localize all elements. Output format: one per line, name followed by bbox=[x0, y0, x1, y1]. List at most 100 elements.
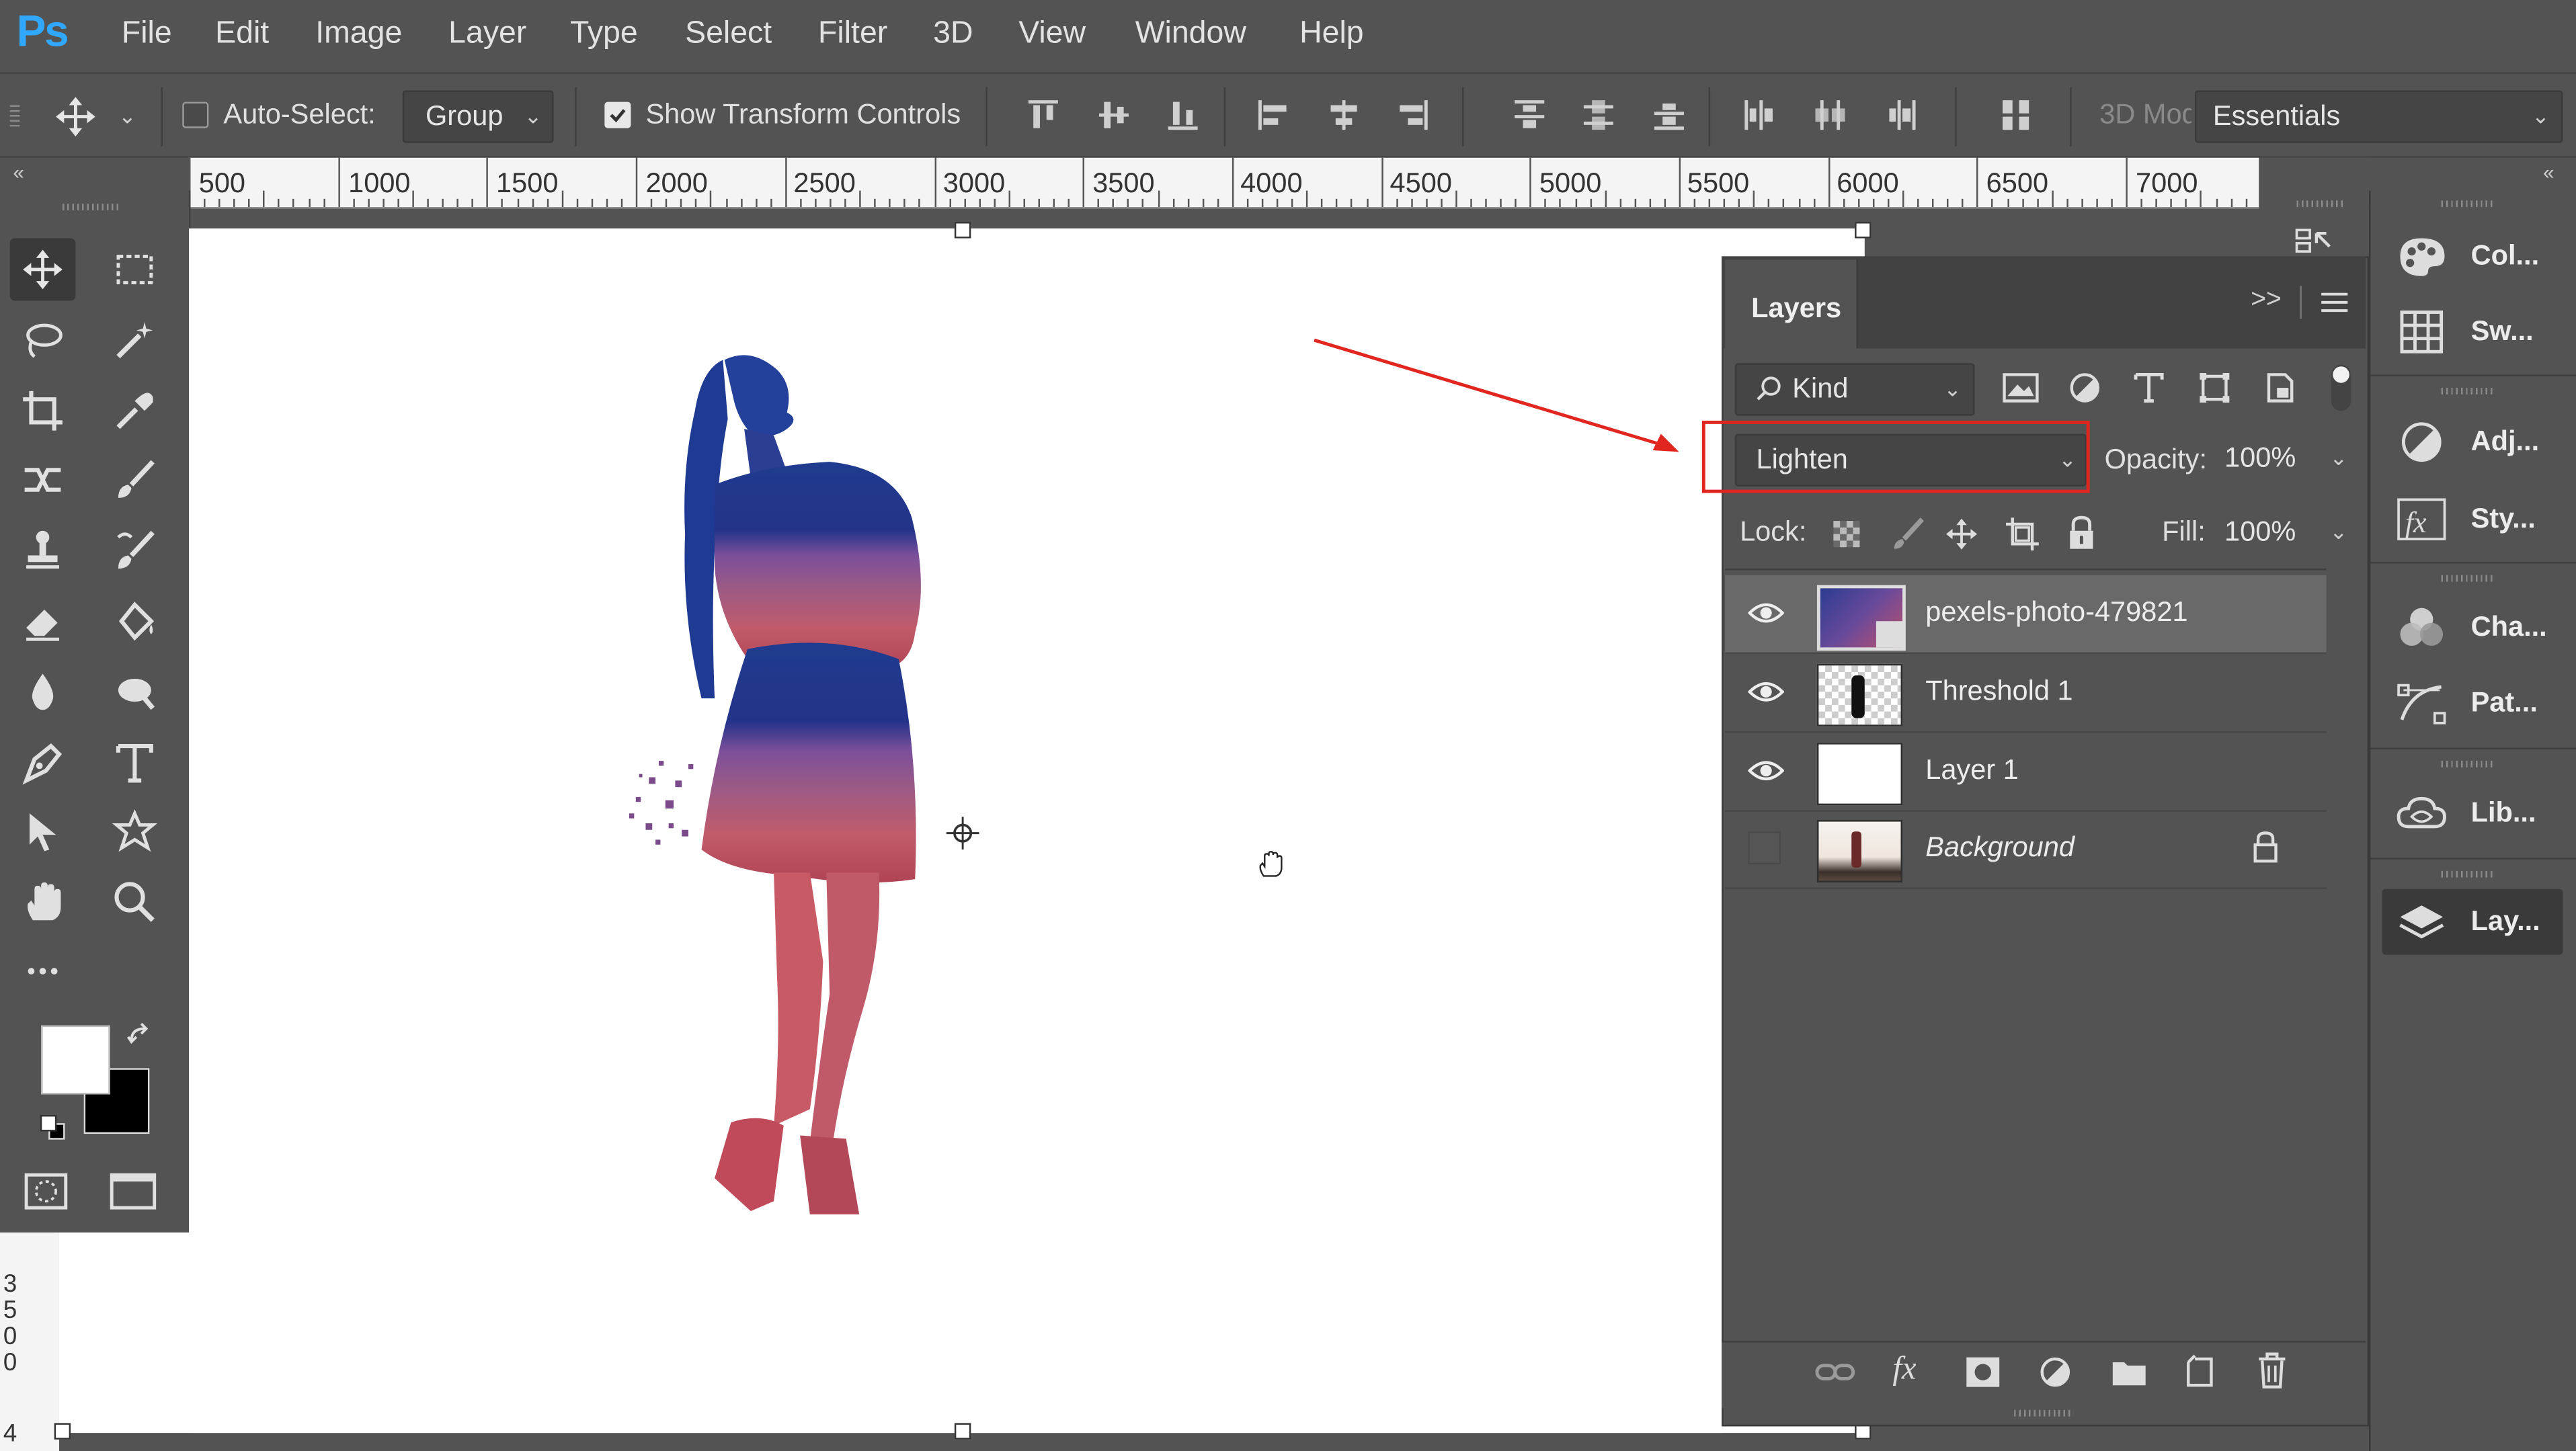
filter-toggle[interactable] bbox=[2331, 364, 2351, 411]
new-adjustment-layer-icon[interactable] bbox=[2037, 1354, 2073, 1391]
panel-menu-icon[interactable] bbox=[2320, 291, 2349, 314]
crop-tool-button[interactable] bbox=[10, 380, 76, 442]
workspace-dropdown[interactable]: Essentials ⌄ bbox=[2195, 90, 2563, 143]
path-selection-tool-button[interactable] bbox=[10, 800, 76, 863]
align-top-icon[interactable] bbox=[1025, 97, 1061, 133]
arrange-icon[interactable] bbox=[2294, 226, 2337, 256]
new-group-folder-icon[interactable] bbox=[2109, 1356, 2149, 1388]
align-hcenter-icon[interactable] bbox=[1326, 97, 1362, 133]
expand-panel-icon[interactable]: >> bbox=[2251, 286, 2282, 315]
dock-libraries[interactable]: Lib... bbox=[2382, 780, 2563, 846]
history-brush-tool-button[interactable] bbox=[102, 520, 168, 582]
link-layers-icon[interactable] bbox=[1814, 1356, 1857, 1388]
menu-window[interactable]: Window bbox=[1135, 16, 1246, 52]
transform-handle-top-right[interactable] bbox=[1855, 222, 1871, 239]
dock-adjustments[interactable]: Adj... bbox=[2382, 409, 2563, 475]
filter-kind-dropdown[interactable]: Kind ⌄ bbox=[1734, 363, 1975, 416]
add-mask-icon[interactable] bbox=[1963, 1354, 2003, 1391]
auto-select-checkbox[interactable] bbox=[182, 101, 209, 128]
layer-name[interactable]: pexels-photo-479821 bbox=[1925, 597, 2187, 630]
stamp-tool-button[interactable] bbox=[10, 520, 76, 582]
filter-shape-icon[interactable] bbox=[2196, 370, 2232, 406]
move-tool-icon[interactable] bbox=[52, 93, 98, 139]
opacity-field[interactable]: 100% ⌄ bbox=[2214, 433, 2352, 483]
dock-paths[interactable]: Pat... bbox=[2382, 671, 2563, 737]
dock-swatches[interactable]: Sw... bbox=[2382, 299, 2563, 365]
screen-mode-icon[interactable] bbox=[108, 1171, 157, 1211]
menu-edit[interactable]: Edit bbox=[215, 16, 269, 52]
lock-position-icon[interactable] bbox=[1943, 516, 1980, 552]
visibility-eye-icon[interactable] bbox=[1748, 754, 1785, 787]
layer-row[interactable]: Layer 1 bbox=[1725, 733, 2327, 812]
menu-layer[interactable]: Layer bbox=[448, 16, 526, 52]
layer-style-fx-icon[interactable]: fx bbox=[1892, 1351, 1916, 1388]
layer-name[interactable]: Layer 1 bbox=[1925, 754, 2019, 787]
blur-tool-button[interactable] bbox=[10, 661, 76, 723]
hand-tool-button[interactable] bbox=[10, 871, 76, 934]
tab-layers[interactable]: Layers bbox=[1725, 259, 1859, 349]
transform-handle-bottom[interactable] bbox=[954, 1423, 971, 1440]
healing-tool-button[interactable] bbox=[10, 449, 76, 511]
transform-handle-bottom-left[interactable] bbox=[54, 1423, 71, 1440]
menu-view[interactable]: View bbox=[1018, 16, 1086, 52]
more-tools-button[interactable] bbox=[10, 940, 76, 1003]
lock-transparent-pixels-icon[interactable] bbox=[1830, 517, 1863, 550]
distribute-top-icon[interactable] bbox=[1511, 97, 1547, 133]
delete-layer-trash-icon[interactable] bbox=[2254, 1351, 2290, 1391]
default-colors-icon[interactable] bbox=[40, 1114, 66, 1141]
distribute-left-icon[interactable] bbox=[1742, 97, 1778, 133]
distribute-right-icon[interactable] bbox=[1883, 97, 1919, 133]
lock-image-pixels-icon[interactable] bbox=[1889, 516, 1925, 552]
auto-align-icon[interactable] bbox=[1998, 97, 2034, 133]
menu-3d[interactable]: 3D bbox=[933, 16, 973, 52]
fill-field[interactable]: 100% ⌄ bbox=[2214, 508, 2352, 557]
shape-tool-button[interactable] bbox=[102, 800, 168, 863]
document-canvas-lower[interactable] bbox=[58, 1232, 1722, 1434]
dock-layers[interactable]: Lay... bbox=[2382, 888, 2563, 955]
type-tool-button[interactable] bbox=[102, 731, 168, 794]
marquee-tool-button[interactable] bbox=[102, 239, 168, 301]
transform-center-icon[interactable] bbox=[946, 817, 979, 850]
filter-pixel-icon[interactable] bbox=[2001, 370, 2041, 406]
eyedropper-tool-button[interactable] bbox=[102, 380, 168, 442]
dock-color[interactable]: Col... bbox=[2382, 224, 2563, 290]
menu-file[interactable]: File bbox=[122, 16, 172, 52]
layer-row[interactable]: Background bbox=[1725, 810, 2327, 889]
align-right-icon[interactable] bbox=[1395, 97, 1431, 133]
collapse-toolbar-icon[interactable]: « bbox=[13, 161, 24, 184]
layer-name[interactable]: Threshold 1 bbox=[1925, 675, 2072, 708]
lasso-tool-button[interactable] bbox=[10, 309, 76, 372]
layer-name[interactable]: Background bbox=[1925, 831, 2075, 864]
menu-help[interactable]: Help bbox=[1299, 16, 1364, 52]
quick-mask-icon[interactable] bbox=[23, 1171, 69, 1211]
brush-tool-button[interactable] bbox=[102, 449, 168, 511]
visibility-toggle-off[interactable] bbox=[1748, 831, 1781, 865]
align-left-icon[interactable] bbox=[1255, 97, 1291, 133]
dodge-tool-button[interactable] bbox=[102, 661, 168, 723]
new-layer-icon[interactable] bbox=[2181, 1352, 2218, 1388]
layer-row[interactable]: Threshold 1 bbox=[1725, 654, 2327, 733]
menu-image[interactable]: Image bbox=[315, 16, 402, 52]
menu-type[interactable]: Type bbox=[570, 16, 638, 52]
transform-handle-top[interactable] bbox=[954, 222, 971, 239]
visibility-eye-icon[interactable] bbox=[1748, 597, 1785, 630]
paint-bucket-tool-button[interactable] bbox=[102, 590, 168, 653]
filter-adjustment-icon[interactable] bbox=[2066, 370, 2103, 406]
menu-select[interactable]: Select bbox=[685, 16, 772, 52]
distribute-hcenter-icon[interactable] bbox=[1812, 97, 1849, 133]
chevron-down-icon[interactable]: ⌄ bbox=[118, 103, 136, 130]
foreground-color-swatch[interactable] bbox=[41, 1025, 110, 1095]
swap-colors-icon[interactable] bbox=[126, 1022, 153, 1048]
collapse-dock-icon[interactable]: « bbox=[2543, 161, 2554, 184]
zoom-tool-button[interactable] bbox=[102, 871, 168, 934]
distribute-bottom-icon[interactable] bbox=[1651, 97, 1687, 133]
eraser-tool-button[interactable] bbox=[10, 590, 76, 653]
show-transform-checkbox[interactable] bbox=[604, 101, 631, 128]
align-vcenter-icon[interactable] bbox=[1096, 97, 1132, 133]
menu-filter[interactable]: Filter bbox=[818, 16, 887, 52]
auto-select-dropdown[interactable]: Group ⌄ bbox=[402, 90, 554, 143]
filter-smart-object-icon[interactable] bbox=[2262, 370, 2298, 406]
dock-styles[interactable]: fx Sty... bbox=[2382, 487, 2563, 552]
move-tool-button[interactable] bbox=[9, 238, 76, 301]
magic-wand-tool-button[interactable] bbox=[102, 309, 168, 372]
